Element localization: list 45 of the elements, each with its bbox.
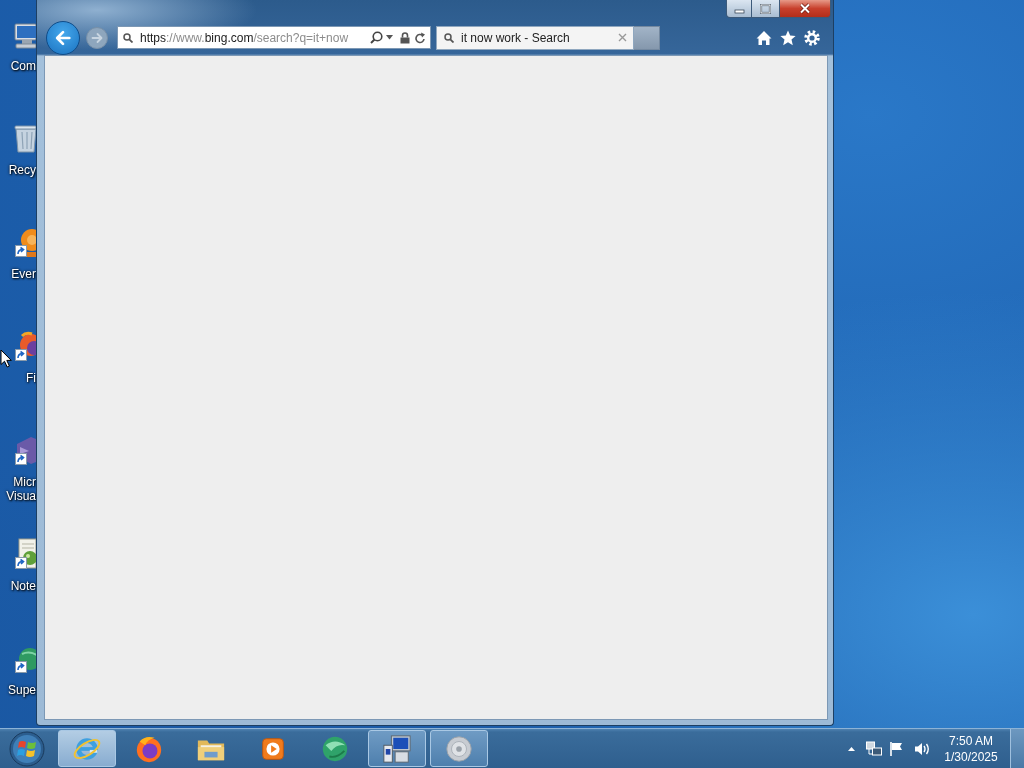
settings-icon[interactable]	[804, 29, 820, 46]
back-button[interactable]	[46, 20, 80, 55]
icon-label[interactable]: Micr Visua	[6, 475, 36, 503]
home-icon[interactable]	[756, 29, 772, 46]
taskbar-button[interactable]	[430, 730, 488, 767]
icon-label[interactable]: Ever	[11, 267, 36, 281]
notepad-icon[interactable]	[14, 538, 36, 570]
disc-icon	[444, 733, 474, 764]
start-orb-icon	[9, 730, 45, 767]
address-field[interactable]: https://www.bing.com/search?q=it+now	[117, 26, 431, 49]
icon-label[interactable]: Fi	[26, 371, 36, 385]
browser-tab[interactable]: it now work - Search	[436, 25, 634, 50]
url-text: https://www.bing.com/search?q=it+now	[140, 30, 350, 45]
flag-icon[interactable]	[889, 740, 905, 757]
minimize-button[interactable]	[726, 0, 752, 18]
computer-icon	[382, 733, 412, 764]
close-icon	[799, 3, 811, 14]
forward-arrow-icon	[91, 31, 103, 44]
clock-date[interactable]: 1/30/2025	[944, 748, 998, 765]
maximize-button[interactable]	[752, 0, 780, 18]
speaker-icon[interactable]	[914, 740, 930, 757]
trash-bin-icon[interactable]	[14, 122, 36, 154]
mouse-pointer-icon	[0, 349, 12, 368]
network-icon[interactable]	[866, 740, 882, 757]
back-arrow-icon	[54, 28, 72, 47]
search-icon	[444, 32, 454, 43]
caret-up-icon	[847, 746, 855, 751]
caret-icon[interactable]	[386, 35, 393, 40]
icon-label[interactable]: Com	[10, 59, 36, 73]
close-tab-icon[interactable]	[618, 33, 627, 42]
search-icon[interactable]	[370, 31, 383, 44]
close-button[interactable]	[780, 0, 831, 18]
icon-label[interactable]: Note	[10, 579, 36, 593]
icon-label[interactable]: Supe	[7, 683, 36, 697]
start-button[interactable]	[7, 729, 47, 768]
taskbar-button[interactable]	[368, 730, 426, 767]
app-icon[interactable]	[14, 434, 36, 466]
search-icon	[123, 32, 133, 43]
clock-time[interactable]: 7:50 AM	[949, 732, 993, 749]
refresh-icon[interactable]	[415, 31, 426, 44]
icon-label[interactable]: Recy	[8, 163, 36, 177]
lock-icon[interactable]	[400, 31, 410, 44]
maximize-icon	[760, 3, 771, 14]
star-icon[interactable]	[780, 29, 796, 46]
new-tab-button[interactable]	[634, 25, 660, 50]
